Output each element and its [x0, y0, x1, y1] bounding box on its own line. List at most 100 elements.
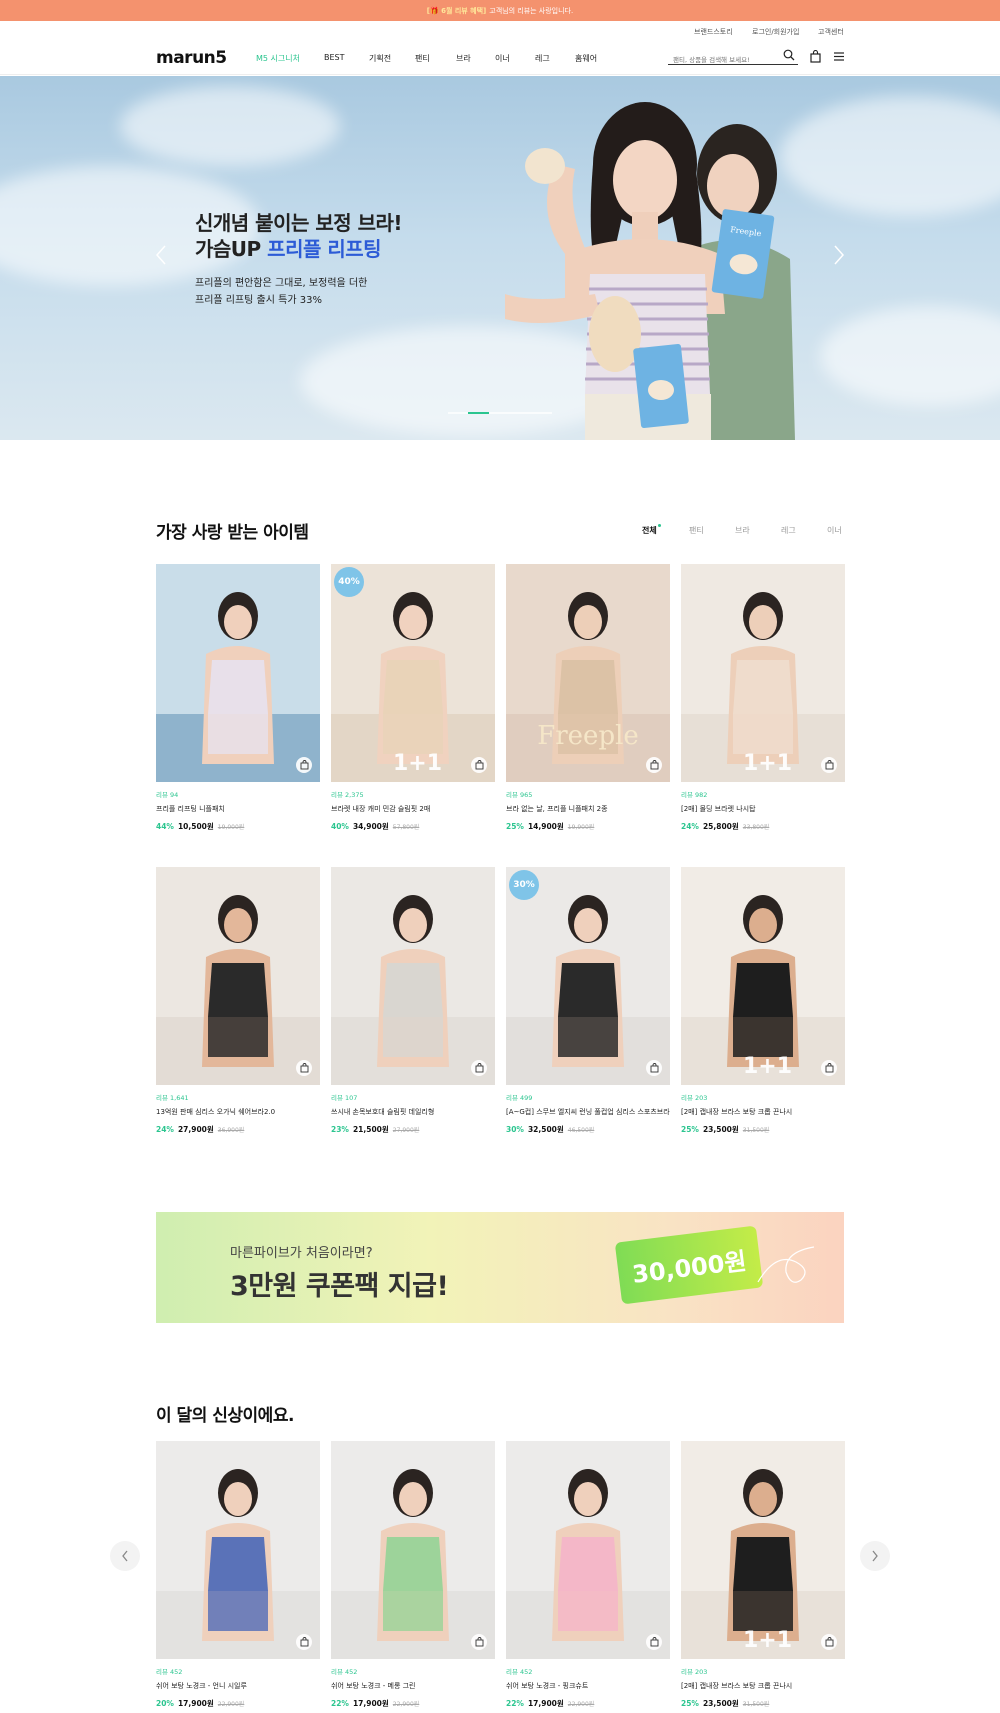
product-card[interactable]: 리뷰 94 프리플 리프팅 니플패치 44% 10,500원 19,000원 [156, 564, 320, 832]
nav-panty[interactable]: 팬티 [415, 53, 430, 64]
new-prev-button[interactable] [110, 1541, 140, 1571]
original-price: 36,900원 [217, 1127, 245, 1134]
product-name[interactable]: 13억원 판매 심리스 오가닉 쉐어브라2.0 [156, 1107, 320, 1117]
add-to-cart-button[interactable] [296, 1060, 312, 1076]
product-photo [331, 867, 495, 1085]
login-link[interactable]: 로그인/회원가입 [752, 27, 799, 37]
discount-rate: 40% [331, 822, 349, 831]
original-price: 27,900원 [392, 1127, 420, 1134]
new-product-card[interactable]: 1+1 리뷰 203 [2매] 캡내장 브라스 보탕 크롭 끈나시 25% 23,… [681, 1441, 845, 1709]
discount-badge: 40% [334, 567, 364, 597]
nav-best[interactable]: BEST [324, 53, 345, 62]
new-product-card[interactable]: 리뷰 452 쉬어 보탕 노경크 - 핑크슈트 22% 17,900원 22,900… [506, 1441, 670, 1709]
sale-price: 25,800원 [702, 822, 739, 831]
new-product-card[interactable]: 리뷰 452 쉬어 보탕 노경크 - 메롱 그린 22% 17,900원 22,90… [331, 1441, 495, 1709]
review-count: 리뷰 452 [506, 1668, 533, 1676]
nav-m5-signature[interactable]: M5 시그니처 [256, 53, 300, 64]
product-card[interactable]: Freeple 리뷰 965 브라 없는 날, 프리플 니플패치 2종 25% 1… [506, 564, 670, 832]
top-promo-bar[interactable]: [🎁 6월 리뷰 혜택] 고객님의 리뷰는 사랑입니다. [0, 0, 1000, 21]
product-name[interactable]: 쉬어 보탕 노경크 - 언니 시일루 [156, 1681, 320, 1691]
product-image[interactable]: 1+1 [681, 564, 845, 782]
product-price: 44% 10,500원 19,000원 [156, 821, 320, 832]
product-card[interactable]: 40% 1+1 리뷰 2,375 브라렛 내장 캐미 민감 슬림핏 2매 40%… [331, 564, 495, 832]
cart-icon [475, 1063, 483, 1073]
add-to-cart-button[interactable] [296, 757, 312, 773]
product-name[interactable]: 프리플 리프팅 니플패치 [156, 804, 320, 814]
product-image[interactable]: Freeple [506, 564, 670, 782]
product-image[interactable] [156, 564, 320, 782]
search-icon[interactable] [783, 49, 795, 61]
add-to-cart-button[interactable] [296, 1634, 312, 1650]
one-plus-one-label: 1+1 [743, 751, 793, 776]
hero-banner[interactable]: Freeple 신개념 붙이는 보정 브라! 가슴UP 프리플 리프팅 프리플의… [0, 76, 1000, 440]
nav-promotions[interactable]: 기획전 [369, 53, 391, 64]
hero-pagination[interactable] [448, 412, 552, 414]
product-card[interactable]: 30% 리뷰 499 [A~G컵] 스무브 엘지씨 런닝 풀컵업 심리스 스포츠… [506, 867, 670, 1135]
hero-headline-2: 가슴UP 프리플 리프팅 [195, 233, 382, 262]
tab-panty[interactable]: 팬티 [689, 525, 704, 536]
product-image[interactable]: 1+1 [681, 1441, 845, 1659]
nav-inner[interactable]: 이너 [495, 53, 510, 64]
add-to-cart-button[interactable] [821, 757, 837, 773]
tab-all[interactable]: 전체 [642, 524, 661, 536]
chevron-right-icon[interactable] [833, 244, 845, 266]
product-image[interactable]: 1+1 [681, 867, 845, 1085]
discount-rate: 23% [331, 1125, 349, 1134]
menu-icon[interactable] [833, 50, 845, 62]
cart-icon [475, 760, 483, 770]
customer-center-link[interactable]: 고객센터 [818, 27, 844, 37]
product-image[interactable]: 40% 1+1 [331, 564, 495, 782]
add-to-cart-button[interactable] [471, 757, 487, 773]
product-image[interactable]: 30% [506, 867, 670, 1085]
product-name[interactable]: [A~G컵] 스무브 엘지씨 런닝 풀컵업 심리스 스포츠브라탑 [506, 1107, 670, 1117]
add-to-cart-button[interactable] [821, 1060, 837, 1076]
add-to-cart-button[interactable] [471, 1634, 487, 1650]
coupon-banner[interactable]: 마른파이브가 처음이라면? 3만원 쿠폰팩 지급! 30,000원 [156, 1212, 844, 1323]
product-name[interactable]: 브라 없는 날, 프리플 니플패치 2종 [506, 804, 670, 814]
nav-leg[interactable]: 레그 [535, 53, 550, 64]
product-card[interactable]: 리뷰 1,641 13억원 판매 심리스 오가닉 쉐어브라2.0 24% 27,9… [156, 867, 320, 1135]
discount-badge: 30% [509, 870, 539, 900]
sale-price: 17,900원 [527, 1699, 564, 1708]
product-price: 25% 23,500원 31,500원 [681, 1698, 845, 1709]
tab-leg[interactable]: 레그 [781, 525, 796, 536]
product-card[interactable]: 1+1 리뷰 982 [2매] 몰딩 브라렛 나시탑 24% 25,800원 33,… [681, 564, 845, 832]
chevron-left-icon[interactable] [155, 244, 167, 266]
product-image[interactable] [331, 1441, 495, 1659]
product-card[interactable]: 1+1 리뷰 203 [2매] 캡내장 브라스 보탕 크롭 끈나시 25% 23,… [681, 867, 845, 1135]
brand-story-link[interactable]: 브랜드스토리 [694, 27, 733, 37]
nav-bra[interactable]: 브라 [456, 53, 471, 64]
tab-inner[interactable]: 이너 [827, 525, 842, 536]
product-name[interactable]: 쓰시내 손목보호대 슬림핏 데일리형 [331, 1107, 495, 1117]
add-to-cart-button[interactable] [471, 1060, 487, 1076]
logo[interactable]: marun5 [156, 48, 227, 68]
product-name[interactable]: [2매] 캡내장 브라스 보탕 크롭 끈나시 [681, 1681, 845, 1691]
tab-bra[interactable]: 브라 [735, 525, 750, 536]
product-image[interactable] [156, 867, 320, 1085]
new-product-card[interactable]: 리뷰 452 쉬어 보탕 노경크 - 언니 시일루 20% 17,900원 22,9… [156, 1441, 320, 1709]
original-price: 22,900원 [217, 1701, 245, 1708]
add-to-cart-button[interactable] [646, 1060, 662, 1076]
search-input[interactable] [668, 52, 776, 64]
add-to-cart-button[interactable] [646, 757, 662, 773]
product-photo [681, 1441, 845, 1659]
product-name[interactable]: [2매] 몰딩 브라렛 나시탑 [681, 804, 845, 814]
product-image[interactable] [331, 867, 495, 1085]
product-name[interactable]: 쉬어 보탕 노경크 - 핑크슈트 [506, 1681, 670, 1691]
product-name[interactable]: 브라렛 내장 캐미 민감 슬림핏 2매 [331, 804, 495, 814]
product-photo [156, 1441, 320, 1659]
product-image[interactable] [506, 1441, 670, 1659]
product-card[interactable]: 리뷰 107 쓰시내 손목보호대 슬림핏 데일리형 23% 21,500원 27,9… [331, 867, 495, 1135]
product-name[interactable]: 쉬어 보탕 노경크 - 메롱 그린 [331, 1681, 495, 1691]
sale-price: 17,900원 [177, 1699, 214, 1708]
product-image[interactable] [156, 1441, 320, 1659]
add-to-cart-button[interactable] [646, 1634, 662, 1650]
add-to-cart-button[interactable] [821, 1634, 837, 1650]
cart-icon[interactable] [810, 50, 821, 63]
nav-homewear[interactable]: 홈웨어 [575, 53, 597, 64]
product-name[interactable]: [2매] 캡내장 브라스 보탕 크롭 끈나시 [681, 1107, 845, 1117]
original-price: 19,900원 [567, 824, 595, 831]
discount-rate: 25% [506, 822, 524, 831]
new-next-button[interactable] [860, 1541, 890, 1571]
cart-icon [475, 1637, 483, 1647]
